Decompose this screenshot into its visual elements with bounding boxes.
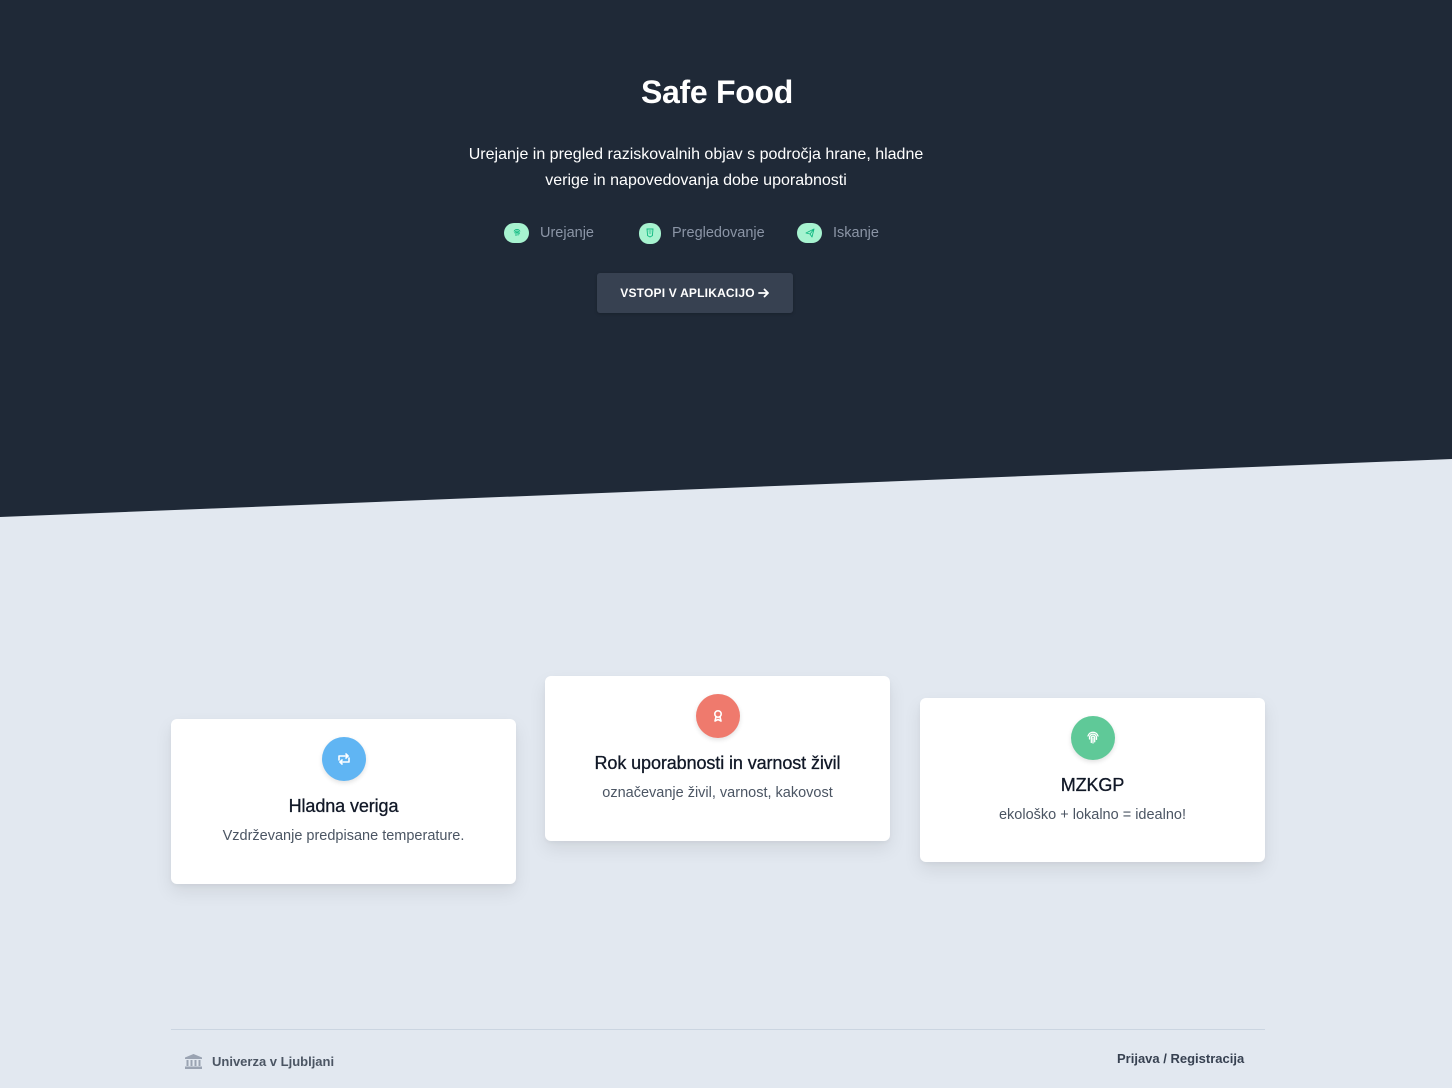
hero-subtitle: Urejanje in pregled raziskovalnih objav … — [468, 146, 924, 189]
card-title: Hladna veriga — [288, 796, 399, 816]
feature-reviewing: Pregledovanje — [639, 222, 765, 244]
card-text: označevanje živil, varnost, kakovost — [602, 785, 833, 801]
paper-plane-icon — [797, 223, 822, 243]
enter-app-button[interactable]: VSTOPI V APLIKACIJO — [597, 273, 793, 313]
footer-divider — [171, 1029, 1265, 1030]
arrow-right-icon — [757, 288, 769, 298]
card-text: Vzdrževanje predpisane temperature. — [222, 828, 465, 844]
feature-editing: Urejanje — [504, 222, 594, 244]
fingerprint-icon — [504, 223, 529, 243]
award-icon — [695, 694, 740, 738]
university-icon — [185, 1053, 202, 1069]
feature-search-label: Iskanje — [833, 225, 879, 241]
page-title: Safe Food — [641, 74, 793, 110]
card-title: MZKGP — [1060, 775, 1125, 795]
auth-separator: / — [1159, 1051, 1171, 1066]
card-cold-chain: Hladna veriga Vzdrževanje predpisane tem… — [171, 719, 516, 884]
card-shelf-life: Rok uporabnosti in varnost živil označev… — [545, 676, 890, 841]
card-title: Rok uporabnosti in varnost živil — [594, 753, 841, 773]
feature-editing-label: Urejanje — [540, 225, 594, 241]
fingerprint-icon — [1070, 716, 1115, 760]
feature-search: Iskanje — [797, 222, 879, 244]
feature-reviewing-label: Pregledovanje — [672, 225, 765, 241]
org-label: Univerza v Ljubljani — [212, 1053, 335, 1069]
footer-auth-links: Prijava / Registracija — [1117, 1051, 1244, 1066]
enter-app-label: VSTOPI V APLIKACIJO — [620, 286, 755, 300]
footer-org: Univerza v Ljubljani — [185, 1051, 334, 1071]
card-mzkgp: MZKGP ekološko + lokalno = idealno! — [920, 698, 1265, 862]
register-link[interactable]: Registracija — [1171, 1051, 1245, 1066]
card-text: ekološko + lokalno = idealno! — [998, 807, 1187, 823]
html5-icon — [639, 222, 661, 244]
login-link[interactable]: Prijava — [1117, 1051, 1160, 1066]
retweet-icon — [321, 737, 366, 781]
